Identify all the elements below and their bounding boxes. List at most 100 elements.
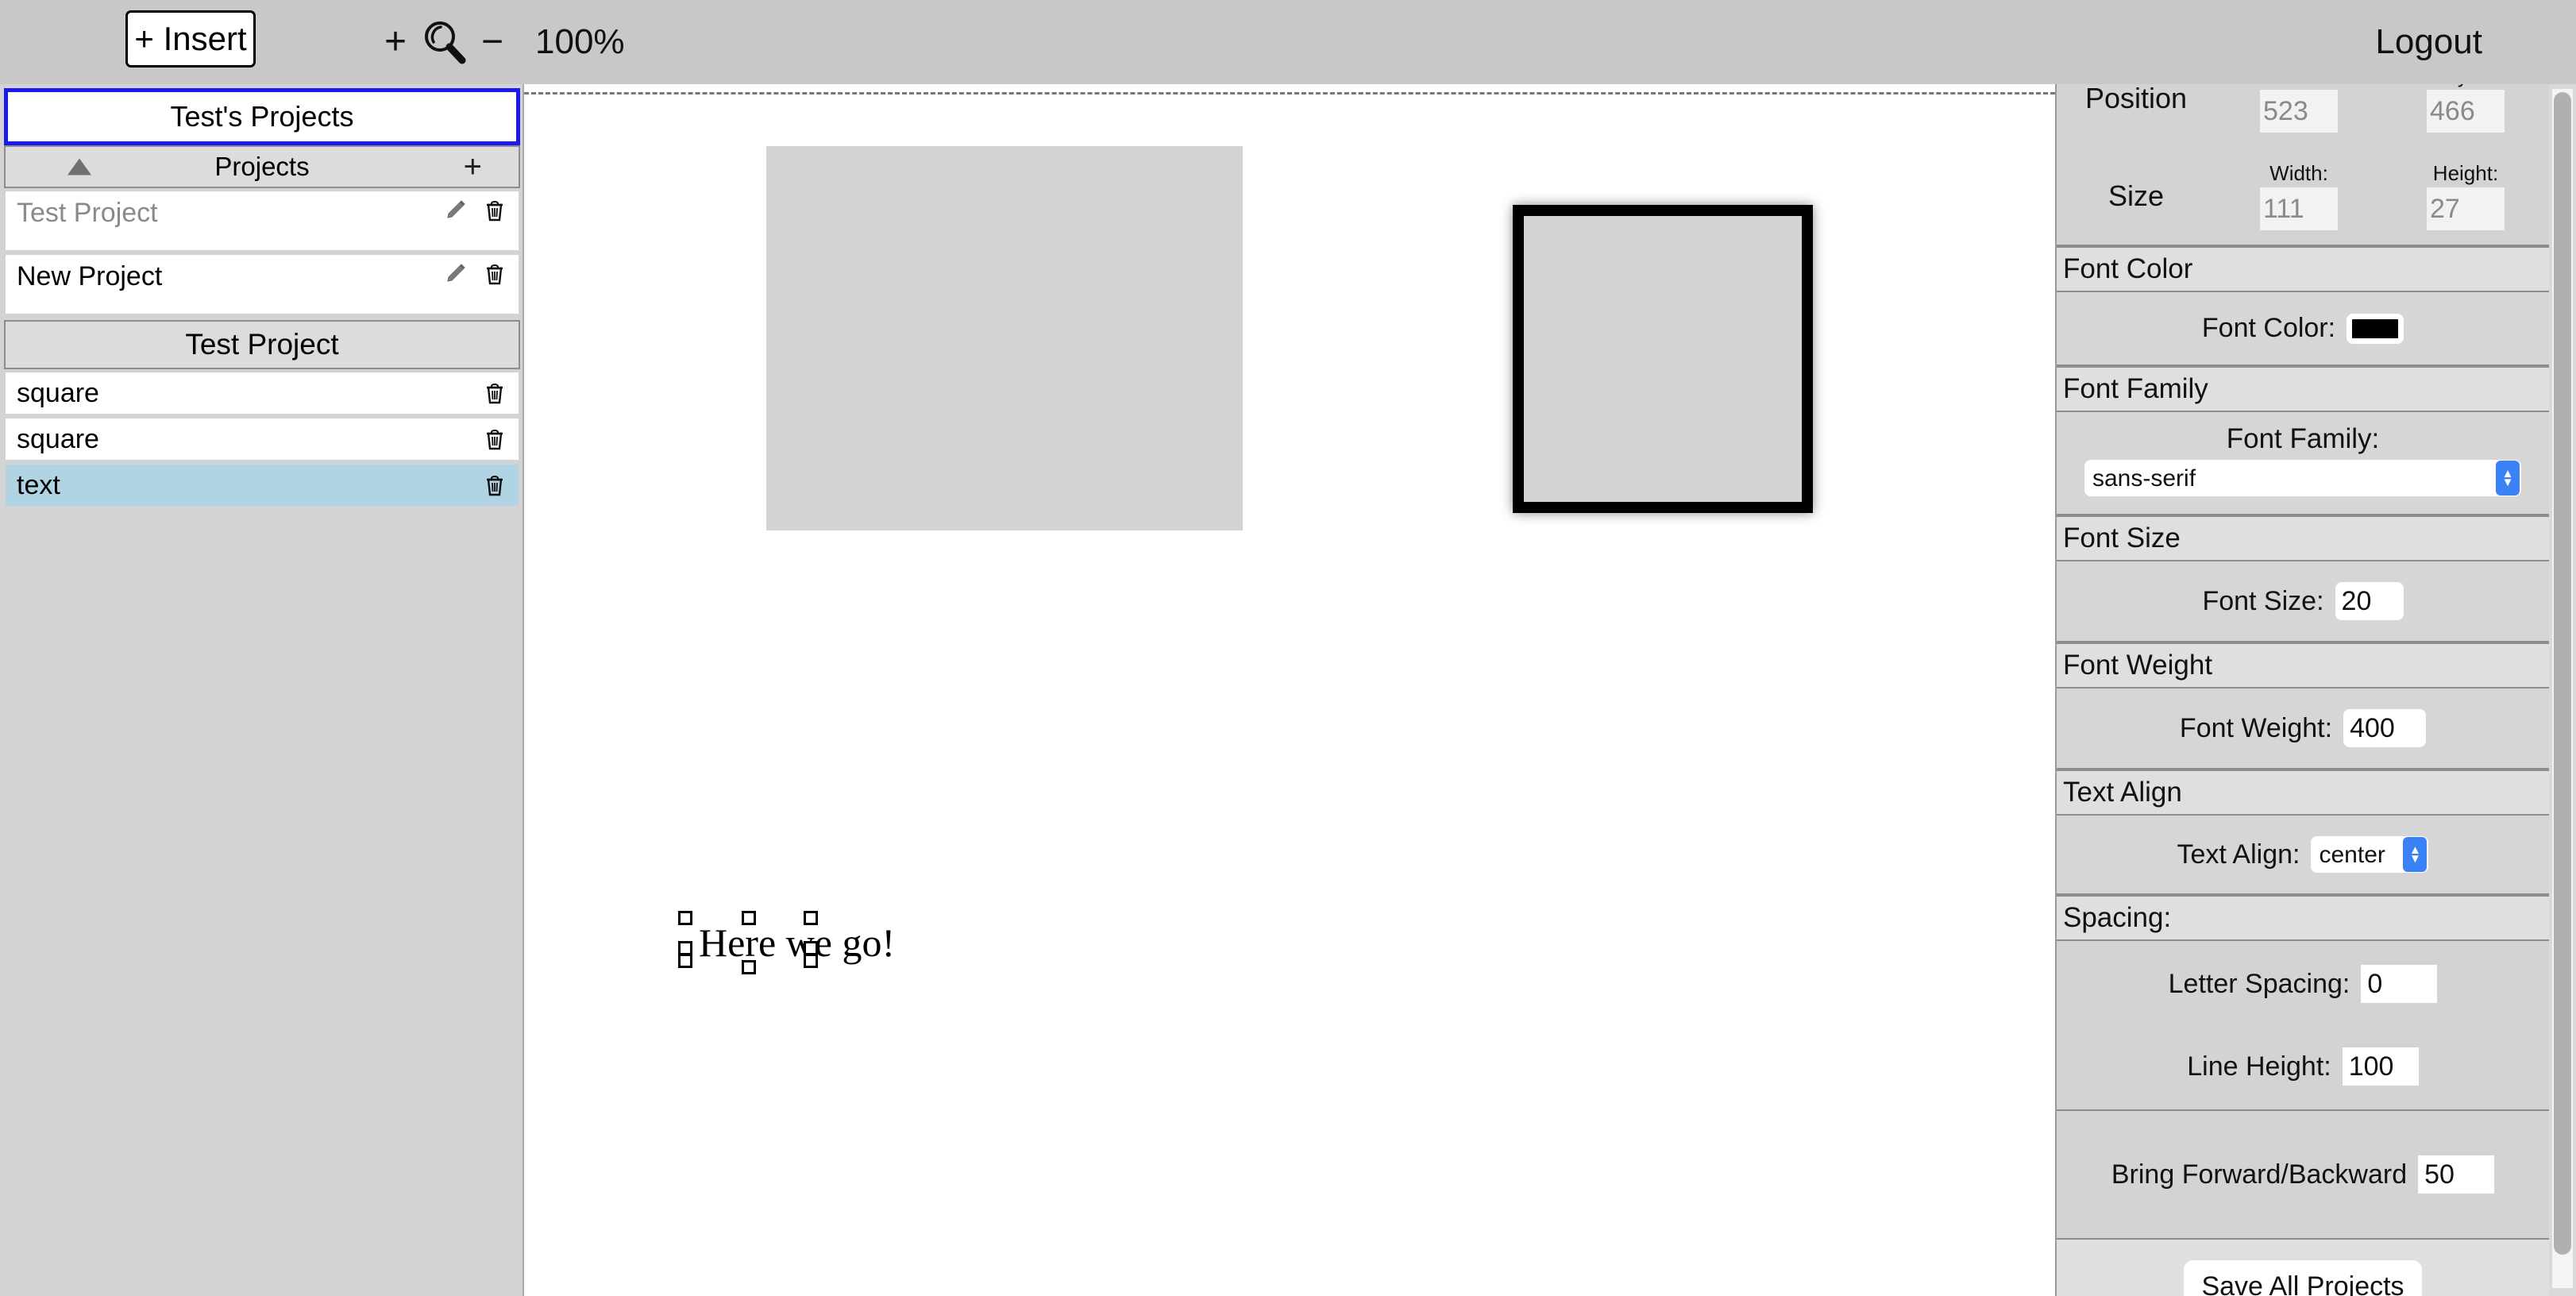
position-x-input[interactable] bbox=[2260, 90, 2338, 133]
trash-icon[interactable] bbox=[482, 261, 507, 287]
properties-scroll-content: Position x: y: Size Width: Height: bbox=[2057, 84, 2549, 1296]
font-size-section-body: Font Size: bbox=[2057, 561, 2549, 642]
letter-spacing-row: Letter Spacing: bbox=[2057, 965, 2549, 1003]
properties-scrollbar-thumb[interactable] bbox=[2554, 92, 2571, 1255]
size-width-label: Width: bbox=[2269, 161, 2328, 185]
line-height-input[interactable] bbox=[2342, 1047, 2419, 1086]
pencil-icon[interactable] bbox=[442, 261, 468, 287]
font-weight-section-header: Font Weight bbox=[2057, 642, 2549, 688]
canvas-top-guide bbox=[524, 92, 2055, 94]
zoom-level-display: 100% bbox=[535, 22, 625, 61]
letter-spacing-input[interactable] bbox=[2361, 965, 2438, 1003]
pencil-icon[interactable] bbox=[442, 198, 468, 223]
font-family-select-wrap: sans-serif ▲ ▼ bbox=[2084, 460, 2521, 496]
spacing-section-header: Spacing: bbox=[2057, 895, 2549, 941]
resize-handle-s[interactable] bbox=[742, 960, 756, 974]
position-x-cell: x: bbox=[2215, 84, 2382, 133]
position-row: Position x: y: bbox=[2057, 84, 2549, 147]
size-row: Size Width: Height: bbox=[2057, 147, 2549, 246]
project-name: New Project bbox=[17, 261, 163, 291]
bring-forward-backward-label: Bring Forward/Backward bbox=[2111, 1159, 2408, 1190]
letter-spacing-label: Letter Spacing: bbox=[2168, 968, 2350, 999]
zoom-in-button[interactable]: + bbox=[373, 23, 418, 61]
font-weight-section-body: Font Weight: bbox=[2057, 688, 2549, 770]
resize-handle-n[interactable] bbox=[742, 911, 756, 925]
resize-handle-sw[interactable] bbox=[678, 954, 692, 968]
insert-button[interactable]: + Insert bbox=[125, 10, 256, 68]
layer-row-actions bbox=[482, 472, 507, 498]
spacing-section-body: Letter Spacing: Line Height: bbox=[2057, 941, 2549, 1111]
bring-forward-backward-row: Bring Forward/Backward bbox=[2057, 1111, 2549, 1240]
app-root: + Insert + − 100% Logout Test's Projects… bbox=[0, 0, 2576, 1296]
font-color-swatch[interactable] bbox=[2347, 313, 2404, 344]
line-height-row: Line Height: bbox=[2057, 1047, 2549, 1086]
layer-name: text bbox=[17, 469, 60, 500]
project-list-item[interactable]: New Project bbox=[4, 253, 520, 315]
position-y-label: y: bbox=[2458, 84, 2474, 88]
font-family-select[interactable]: sans-serif bbox=[2084, 460, 2521, 496]
save-projects-area: Save All Projects bbox=[2057, 1240, 2549, 1296]
canvas-text-label: Here we go! bbox=[699, 920, 896, 965]
font-color-section-header: Font Color bbox=[2057, 246, 2549, 292]
project-row-actions bbox=[442, 198, 507, 223]
font-weight-input[interactable] bbox=[2343, 709, 2427, 747]
font-size-input[interactable] bbox=[2335, 582, 2404, 620]
add-project-button[interactable]: + bbox=[464, 151, 482, 183]
canvas-shape-square-1[interactable] bbox=[766, 146, 1243, 530]
project-name: Test Project bbox=[17, 198, 158, 228]
resize-handle-ne[interactable] bbox=[804, 911, 818, 925]
layer-name: square bbox=[17, 423, 99, 454]
bring-forward-backward-input[interactable] bbox=[2418, 1155, 2495, 1194]
size-height-input[interactable] bbox=[2427, 187, 2505, 230]
layer-row-actions bbox=[482, 380, 507, 406]
position-y-cell: y: bbox=[2382, 84, 2549, 133]
text-align-section-header: Text Align bbox=[2057, 770, 2549, 816]
position-y-input[interactable] bbox=[2427, 90, 2505, 133]
resize-handle-se[interactable] bbox=[804, 954, 818, 968]
canvas-shape-square-2[interactable] bbox=[1513, 205, 1813, 513]
trash-icon[interactable] bbox=[482, 426, 507, 452]
layer-list-item-selected[interactable]: text bbox=[4, 463, 520, 507]
zoom-out-button[interactable]: − bbox=[470, 23, 515, 61]
layer-row-actions bbox=[482, 426, 507, 452]
font-size-label: Font Size: bbox=[2202, 585, 2324, 616]
size-width-input[interactable] bbox=[2260, 187, 2338, 230]
project-list-item[interactable]: Test Project bbox=[4, 190, 520, 252]
text-align-section-body: Text Align: center ▲ ▼ bbox=[2057, 816, 2549, 895]
zoom-controls: + − 100% bbox=[373, 0, 625, 84]
properties-panel: Position x: y: Size Width: Height: bbox=[2055, 84, 2576, 1296]
size-label: Size bbox=[2107, 179, 2165, 212]
size-height-label: Height: bbox=[2432, 161, 2499, 185]
canvas-text-object[interactable]: Here we go! bbox=[678, 911, 896, 974]
top-toolbar: + Insert + − 100% Logout bbox=[0, 0, 2576, 84]
logout-button[interactable]: Logout bbox=[2375, 0, 2482, 84]
trash-icon[interactable] bbox=[482, 472, 507, 498]
position-x-label: x: bbox=[2291, 84, 2307, 88]
font-color-section-body: Font Color: bbox=[2057, 292, 2549, 366]
triangle-up-icon[interactable] bbox=[67, 158, 91, 176]
design-canvas[interactable]: Here we go! bbox=[524, 84, 2055, 1296]
project-row-actions bbox=[442, 261, 507, 287]
font-family-label: Font Family: bbox=[2226, 423, 2380, 454]
left-sidebar: Test's Projects Projects + Test Project bbox=[0, 84, 524, 1296]
text-align-label: Text Align: bbox=[2177, 839, 2300, 870]
text-align-select[interactable]: center bbox=[2311, 836, 2429, 873]
layer-list-item[interactable]: square bbox=[4, 371, 520, 415]
resize-handle-nw[interactable] bbox=[678, 911, 692, 925]
layer-list-item[interactable]: square bbox=[4, 417, 520, 461]
layers-section-header: Test Project bbox=[4, 320, 520, 369]
save-all-projects-button[interactable]: Save All Projects bbox=[2184, 1260, 2422, 1296]
position-label: Position bbox=[2084, 84, 2188, 114]
size-height-cell: Height: bbox=[2382, 161, 2549, 230]
text-align-select-wrap: center ▲ ▼ bbox=[2311, 836, 2429, 873]
line-height-label: Line Height: bbox=[2187, 1051, 2331, 1082]
font-size-section-header: Font Size bbox=[2057, 515, 2549, 561]
trash-icon[interactable] bbox=[482, 380, 507, 406]
size-width-cell: Width: bbox=[2215, 161, 2382, 230]
user-projects-title[interactable]: Test's Projects bbox=[4, 88, 520, 145]
magnifier-icon[interactable] bbox=[418, 16, 470, 68]
trash-icon[interactable] bbox=[482, 198, 507, 223]
layer-name: square bbox=[17, 377, 99, 408]
projects-section-header: Projects + bbox=[4, 145, 520, 188]
font-weight-label: Font Weight: bbox=[2179, 712, 2333, 743]
